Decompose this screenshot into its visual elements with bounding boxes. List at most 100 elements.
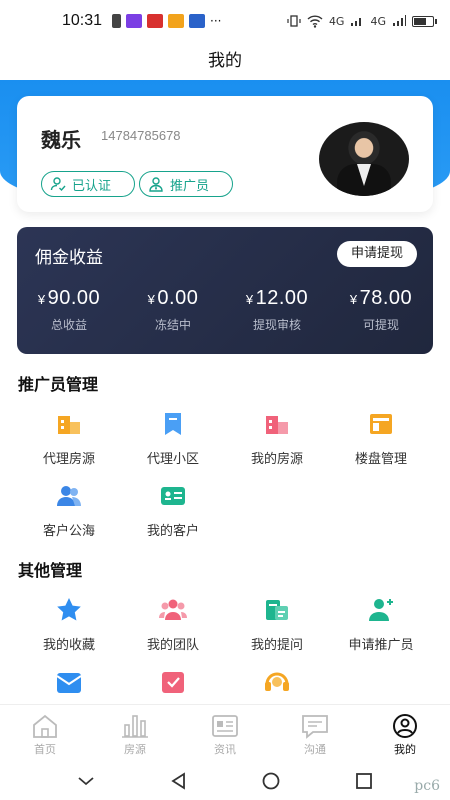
stat-amount: 78.00 bbox=[359, 287, 413, 309]
menu-client-pool[interactable]: 客户公海 bbox=[13, 482, 125, 539]
stat-value: ¥0.00 bbox=[121, 287, 225, 310]
currency-symbol: ¥ bbox=[245, 292, 254, 307]
chart-icon bbox=[122, 715, 148, 738]
menu-label: 我的客户 bbox=[146, 524, 199, 539]
nav-chat[interactable]: 沟通 bbox=[270, 705, 360, 762]
stat-label: 可提现 bbox=[362, 318, 399, 332]
user-phone: 14784785678 bbox=[101, 128, 181, 143]
check-doc-icon bbox=[162, 672, 184, 693]
nav-label: 沟通 bbox=[304, 743, 326, 756]
stat-total[interactable]: ¥90.00 总收益 bbox=[17, 287, 121, 333]
commission-title: 佣金收益 bbox=[35, 248, 103, 268]
menu-label: 申请推广员 bbox=[348, 638, 414, 653]
more-notifications-icon: ··· bbox=[210, 14, 222, 28]
chat-icon bbox=[302, 715, 328, 739]
notification-icon bbox=[112, 14, 122, 28]
nav-home[interactable]: 首页 bbox=[0, 705, 90, 762]
status-time: 10:31 bbox=[62, 12, 103, 29]
nav-listings[interactable]: 房源 bbox=[90, 705, 180, 762]
menu-customer-service[interactable] bbox=[221, 668, 333, 696]
battery-icon bbox=[412, 15, 437, 27]
nav-news[interactable]: 资讯 bbox=[180, 705, 270, 762]
menu-label: 客户公海 bbox=[42, 524, 95, 539]
nav-label: 首页 bbox=[34, 743, 56, 756]
signal-icon bbox=[351, 18, 362, 26]
currency-symbol: ¥ bbox=[37, 292, 46, 307]
stat-label: 总收益 bbox=[50, 318, 87, 332]
avatar[interactable] bbox=[319, 122, 409, 196]
profile-icon bbox=[393, 714, 417, 738]
promoter-label: 推广员 bbox=[170, 178, 210, 194]
commission-card: 佣金收益 申请提现 ¥90.00 总收益 ¥0.00 冻结中 ¥12.00 提现… bbox=[17, 227, 433, 354]
bottom-nav: 首页 房源 资讯 沟通 我的 bbox=[0, 704, 450, 762]
team-icon bbox=[159, 599, 187, 620]
menu-apply-promoter[interactable]: 申请推广员 bbox=[325, 596, 437, 653]
mail-icon bbox=[56, 673, 82, 693]
menu-label: 我的团队 bbox=[146, 638, 199, 653]
news-icon bbox=[212, 715, 238, 737]
stat-review[interactable]: ¥12.00 提现审核 bbox=[225, 287, 329, 333]
home-button-icon[interactable] bbox=[261, 772, 281, 790]
menu-messages[interactable] bbox=[13, 668, 125, 696]
bookmark-icon bbox=[165, 413, 181, 435]
stat-withdrawable[interactable]: ¥78.00 可提现 bbox=[329, 287, 433, 333]
menu-my-listings[interactable]: 我的房源 bbox=[221, 410, 333, 467]
nav-profile[interactable]: 我的 bbox=[360, 705, 450, 762]
verified-badge: 已认证 bbox=[41, 171, 135, 197]
menu-property-management[interactable]: 楼盘管理 bbox=[325, 410, 437, 467]
app-icon bbox=[126, 14, 143, 28]
promoter-section-title: 推广员管理 bbox=[18, 375, 99, 394]
menu-label: 我的收藏 bbox=[42, 638, 95, 653]
page-title: 我的 bbox=[208, 51, 242, 71]
menu-label: 代理小区 bbox=[146, 452, 199, 467]
verified-label: 已认证 bbox=[72, 178, 112, 194]
stat-amount: 0.00 bbox=[157, 287, 199, 309]
star-icon bbox=[57, 598, 81, 621]
back-icon[interactable] bbox=[169, 772, 189, 790]
menu-label: 我的提问 bbox=[250, 638, 303, 653]
add-user-icon bbox=[369, 599, 393, 621]
layout-icon bbox=[370, 414, 392, 434]
menu-my-questions[interactable]: 我的提问 bbox=[221, 596, 333, 653]
wifi-icon bbox=[307, 14, 323, 28]
nav-label: 房源 bbox=[124, 743, 146, 756]
other-section-title: 其他管理 bbox=[18, 561, 83, 580]
app-icon bbox=[147, 14, 164, 28]
network-type: 4G bbox=[328, 14, 345, 28]
id-card-icon bbox=[161, 487, 185, 505]
menu-agent-listings[interactable]: 代理房源 bbox=[13, 410, 125, 467]
stat-amount: 12.00 bbox=[255, 287, 309, 309]
network-type-2: 4G bbox=[370, 14, 386, 28]
app-icon bbox=[189, 14, 206, 28]
user-name: 魏乐 bbox=[41, 128, 81, 152]
menu-my-clients[interactable]: 我的客户 bbox=[117, 482, 229, 539]
house-icon bbox=[266, 416, 288, 434]
users-icon bbox=[57, 486, 81, 506]
profile-card[interactable]: 魏乐 14784785678 已认证 推广员 bbox=[17, 96, 433, 212]
status-right: 4G 4G bbox=[287, 14, 437, 28]
stat-value: ¥78.00 bbox=[329, 287, 433, 310]
question-doc-icon bbox=[266, 600, 288, 620]
stat-frozen[interactable]: ¥0.00 冻结中 bbox=[121, 287, 225, 333]
promoter-badge: 推广员 bbox=[139, 171, 233, 197]
menu-tasks[interactable] bbox=[117, 668, 229, 696]
stat-value: ¥90.00 bbox=[17, 287, 121, 310]
building-icon bbox=[58, 416, 80, 434]
commission-stats: ¥90.00 总收益 ¥0.00 冻结中 ¥12.00 提现审核 ¥78.00 … bbox=[17, 287, 433, 333]
nav-label: 资讯 bbox=[214, 743, 236, 756]
stat-value: ¥12.00 bbox=[225, 287, 329, 310]
menu-agent-communities[interactable]: 代理小区 bbox=[117, 410, 229, 467]
recents-icon[interactable] bbox=[354, 772, 374, 790]
collapse-icon[interactable] bbox=[76, 772, 96, 790]
menu-label: 代理房源 bbox=[42, 452, 95, 467]
stat-label: 冻结中 bbox=[154, 318, 191, 332]
nav-label: 我的 bbox=[394, 743, 416, 756]
withdraw-button[interactable]: 申请提现 bbox=[337, 241, 417, 267]
menu-my-team[interactable]: 我的团队 bbox=[117, 596, 229, 653]
menu-favorites[interactable]: 我的收藏 bbox=[13, 596, 125, 653]
vibrate-icon bbox=[287, 15, 301, 27]
headset-icon bbox=[265, 672, 289, 691]
stat-label: 提现审核 bbox=[252, 318, 301, 332]
stat-amount: 90.00 bbox=[47, 287, 101, 309]
currency-symbol: ¥ bbox=[349, 292, 358, 307]
